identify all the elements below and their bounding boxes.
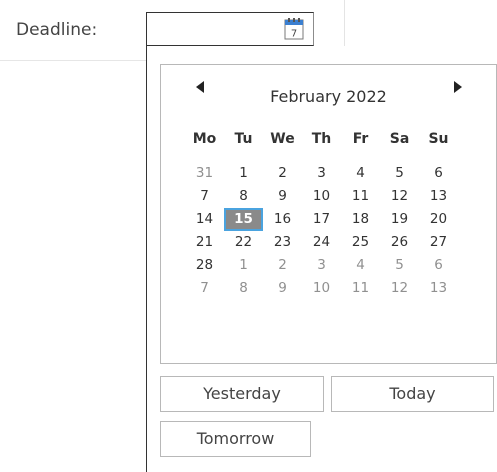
day-cell[interactable]: 9 (263, 277, 302, 300)
calendar-panel: February 2022 Mo Tu We Th Fr Sa Su 31 1 … (160, 64, 497, 364)
week-row: 31 1 2 3 4 5 6 (185, 162, 458, 185)
yesterday-button[interactable]: Yesterday (160, 376, 324, 412)
day-cell[interactable]: 19 (380, 208, 419, 231)
day-cell[interactable]: 2 (263, 162, 302, 185)
day-cell[interactable]: 22 (224, 231, 263, 254)
day-cell[interactable]: 20 (419, 208, 458, 231)
field-divider (0, 60, 146, 61)
week-row: 28 1 2 3 4 5 6 (185, 254, 458, 277)
day-cell[interactable]: 3 (302, 254, 341, 277)
day-cell[interactable]: 7 (185, 277, 224, 300)
day-cell[interactable]: 11 (341, 185, 380, 208)
weekday-mo: Mo (192, 131, 217, 147)
week-row: 7 8 9 10 11 12 13 (185, 185, 458, 208)
day-cell[interactable]: 18 (341, 208, 380, 231)
deadline-label: Deadline: (16, 20, 98, 40)
day-cell[interactable]: 13 (419, 185, 458, 208)
day-cell[interactable]: 1 (224, 254, 263, 277)
day-cell[interactable]: 9 (263, 185, 302, 208)
day-cell[interactable]: 14 (185, 208, 224, 231)
month-title: February 2022 (270, 87, 387, 106)
day-cell[interactable]: 13 (419, 277, 458, 300)
day-cell[interactable]: 10 (302, 277, 341, 300)
day-cell[interactable]: 5 (380, 254, 419, 277)
day-cell[interactable]: 12 (380, 185, 419, 208)
day-cell[interactable]: 4 (341, 254, 380, 277)
day-cell[interactable]: 28 (185, 254, 224, 277)
tomorrow-button[interactable]: Tomorrow (160, 421, 311, 457)
day-cell[interactable]: 2 (263, 254, 302, 277)
week-row: 7 8 9 10 11 12 13 (185, 277, 458, 300)
day-cell[interactable]: 3 (302, 162, 341, 185)
weekday-header: Mo Tu We Th Fr Sa Su (185, 125, 458, 153)
selected-day-cell[interactable]: 15 (224, 208, 263, 231)
day-cell[interactable]: 10 (302, 185, 341, 208)
weekday-fr: Fr (352, 131, 369, 147)
day-cell[interactable]: 23 (263, 231, 302, 254)
weekday-sa: Sa (389, 131, 410, 147)
day-cell[interactable]: 8 (224, 185, 263, 208)
calendar-icon[interactable]: 7 (284, 18, 304, 40)
day-cell[interactable]: 6 (419, 162, 458, 185)
calendar-icon-svg: 7 (284, 18, 304, 40)
deadline-date-picker: Deadline: 7 February 2022 Mo Tu We Th Fr… (0, 0, 497, 472)
day-cell[interactable]: 4 (341, 162, 380, 185)
week-row: 21 22 23 24 25 26 27 (185, 231, 458, 254)
day-cell[interactable]: 7 (185, 185, 224, 208)
weekday-we: We (270, 131, 295, 147)
triangle-right-icon[interactable] (447, 77, 467, 97)
day-cell[interactable]: 25 (341, 231, 380, 254)
day-cell[interactable]: 5 (380, 162, 419, 185)
weekday-th: Th (311, 131, 332, 147)
svg-text:7: 7 (291, 29, 297, 40)
today-button[interactable]: Today (331, 376, 494, 412)
day-cell[interactable]: 26 (380, 231, 419, 254)
calendar-popup: February 2022 Mo Tu We Th Fr Sa Su 31 1 … (146, 46, 497, 472)
day-cell[interactable]: 17 (302, 208, 341, 231)
calendar-grid: Mo Tu We Th Fr Sa Su 31 1 2 3 4 5 6 7 8 … (185, 125, 458, 300)
day-cell[interactable]: 27 (419, 231, 458, 254)
day-cell[interactable]: 31 (185, 162, 224, 185)
day-cell[interactable]: 21 (185, 231, 224, 254)
day-cell[interactable]: 24 (302, 231, 341, 254)
deadline-date-input[interactable]: 7 (146, 12, 314, 46)
week-row: 14 15 16 17 18 19 20 (185, 208, 458, 231)
day-cell[interactable]: 8 (224, 277, 263, 300)
day-cell[interactable]: 6 (419, 254, 458, 277)
day-cell[interactable]: 1 (224, 162, 263, 185)
day-cell[interactable]: 12 (380, 277, 419, 300)
day-cell[interactable]: 16 (263, 208, 302, 231)
weekday-tu: Tu (234, 131, 253, 147)
weekday-su: Su (428, 131, 449, 147)
day-cell[interactable]: 11 (341, 277, 380, 300)
